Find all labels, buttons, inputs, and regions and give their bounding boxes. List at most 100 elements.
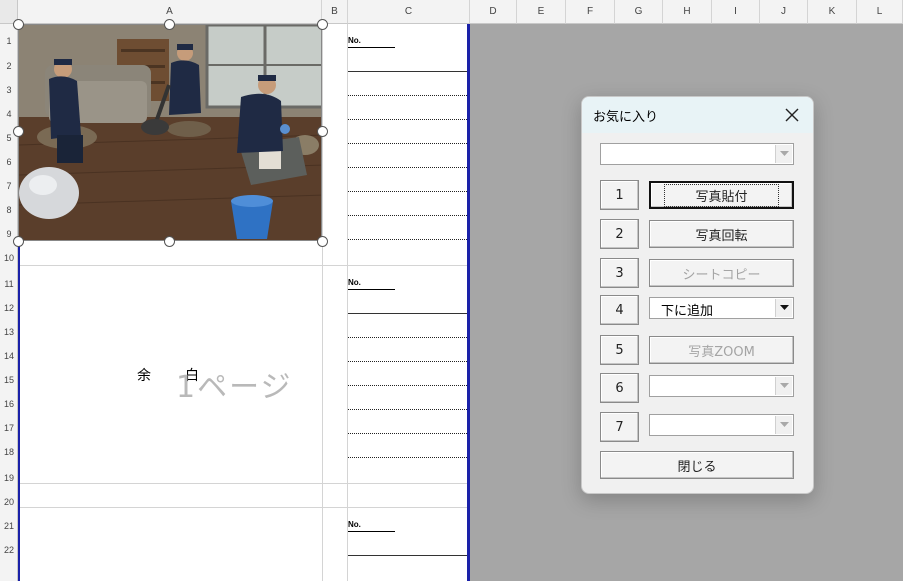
col-header-e[interactable]: E (517, 0, 566, 24)
close-dialog-button[interactable]: 閉じる (600, 451, 794, 479)
insert-position-select[interactable]: 下に追加 (649, 297, 794, 319)
memo-line (348, 433, 467, 434)
row-header[interactable]: 8 (0, 205, 18, 215)
row-header[interactable]: 13 (0, 327, 18, 337)
slot-6-select (649, 375, 794, 397)
gridline (348, 483, 467, 484)
row-header[interactable]: 22 (0, 545, 18, 555)
memo-line (348, 409, 467, 410)
row-header[interactable]: 12 (0, 303, 18, 313)
row-header[interactable]: 15 (0, 375, 18, 385)
row-header[interactable]: 14 (0, 351, 18, 361)
col-header-h[interactable]: H (663, 0, 712, 24)
row-header[interactable]: 19 (0, 473, 18, 483)
page-watermark: 1ページ (176, 370, 293, 405)
memo-line (348, 95, 467, 96)
paste-photo-label: 写真貼付 (664, 183, 779, 207)
slot-5-button[interactable]: 5 (600, 335, 639, 365)
memo-line (348, 143, 467, 144)
gridline (18, 265, 348, 266)
margin-char: 余 (137, 368, 151, 384)
room-cleanup-photo[interactable] (18, 24, 322, 241)
memo-line (348, 555, 467, 556)
slot-2-button[interactable]: 2 (600, 219, 639, 249)
memo-line (348, 457, 467, 458)
row-header[interactable]: 1 (0, 36, 18, 46)
row-header[interactable]: 2 (0, 61, 18, 71)
dropdown-arrow (775, 416, 792, 434)
gridline (322, 24, 323, 581)
gridline (18, 507, 348, 508)
dialog-titlebar[interactable]: お気に入り (582, 97, 813, 133)
col-header-l[interactable]: L (857, 0, 903, 24)
resize-handle[interactable] (164, 236, 175, 247)
favorites-dialog: お気に入り 1 写真貼付 2 写真回転 3 シートコピー 4 下に追加 5 写真… (581, 96, 814, 494)
memo-line (348, 361, 467, 362)
col-header-k[interactable]: K (808, 0, 857, 24)
slot-7-select (649, 414, 794, 436)
memo-line (348, 71, 467, 72)
rotate-photo-button[interactable]: 写真回転 (649, 220, 794, 248)
photo-image (19, 25, 321, 240)
col-header-c[interactable]: C (348, 0, 470, 24)
row-header[interactable]: 4 (0, 109, 18, 119)
resize-handle[interactable] (13, 236, 24, 247)
chevron-down-icon (779, 422, 789, 427)
col-header-d[interactable]: D (470, 0, 517, 24)
col-header-j[interactable]: J (760, 0, 808, 24)
insert-position-value: 下に追加 (661, 304, 714, 319)
row-header[interactable]: 7 (0, 181, 18, 191)
close-icon (785, 108, 799, 122)
photo-zoom-button: 写真ZOOM (649, 336, 794, 364)
row-header[interactable]: 20 (0, 497, 18, 507)
resize-handle[interactable] (317, 19, 328, 30)
memo-line (348, 119, 467, 120)
resize-handle[interactable] (317, 126, 328, 137)
row-header[interactable]: 18 (0, 447, 18, 457)
memo-line (348, 215, 467, 216)
memo-line (348, 385, 467, 386)
gridline (348, 265, 467, 266)
row-header[interactable]: 6 (0, 157, 18, 167)
paste-photo-button[interactable]: 写真貼付 (649, 181, 794, 209)
row-header[interactable]: 11 (0, 279, 18, 289)
row-header[interactable]: 17 (0, 423, 18, 433)
slot-6-button[interactable]: 6 (600, 373, 639, 403)
col-header-g[interactable]: G (615, 0, 663, 24)
slot-3-button[interactable]: 3 (600, 258, 639, 288)
chevron-down-icon (779, 305, 789, 310)
row-header[interactable]: 10 (0, 253, 18, 263)
memo-line (348, 167, 467, 168)
gridline (347, 24, 348, 581)
dialog-title: お気に入り (593, 109, 659, 125)
row-header[interactable]: 3 (0, 85, 18, 95)
page-border-right (467, 24, 470, 581)
no-label: No. (348, 278, 395, 290)
col-header-i[interactable]: I (712, 0, 760, 24)
no-label: No. (348, 520, 395, 532)
row-header[interactable]: 21 (0, 521, 18, 531)
slot-1-button[interactable]: 1 (600, 180, 639, 210)
memo-line (348, 191, 467, 192)
no-label: No. (348, 36, 395, 48)
dropdown-arrow (775, 377, 792, 395)
gridline (348, 507, 467, 508)
gridline (18, 483, 348, 484)
resize-handle[interactable] (13, 126, 24, 137)
chevron-down-icon (779, 383, 789, 388)
favorites-select[interactable] (600, 143, 794, 165)
dropdown-arrow[interactable] (775, 299, 792, 317)
chevron-down-icon (779, 151, 789, 156)
memo-line (348, 337, 467, 338)
slot-4-button[interactable]: 4 (600, 295, 639, 325)
dropdown-arrow[interactable] (775, 145, 792, 163)
resize-handle[interactable] (317, 236, 328, 247)
copy-sheet-button: シートコピー (649, 259, 794, 287)
slot-7-button[interactable]: 7 (600, 412, 639, 442)
resize-handle[interactable] (164, 19, 175, 30)
memo-line (348, 239, 467, 240)
col-header-f[interactable]: F (566, 0, 615, 24)
resize-handle[interactable] (13, 19, 24, 30)
row-header[interactable]: 16 (0, 399, 18, 409)
close-button[interactable] (781, 104, 803, 126)
